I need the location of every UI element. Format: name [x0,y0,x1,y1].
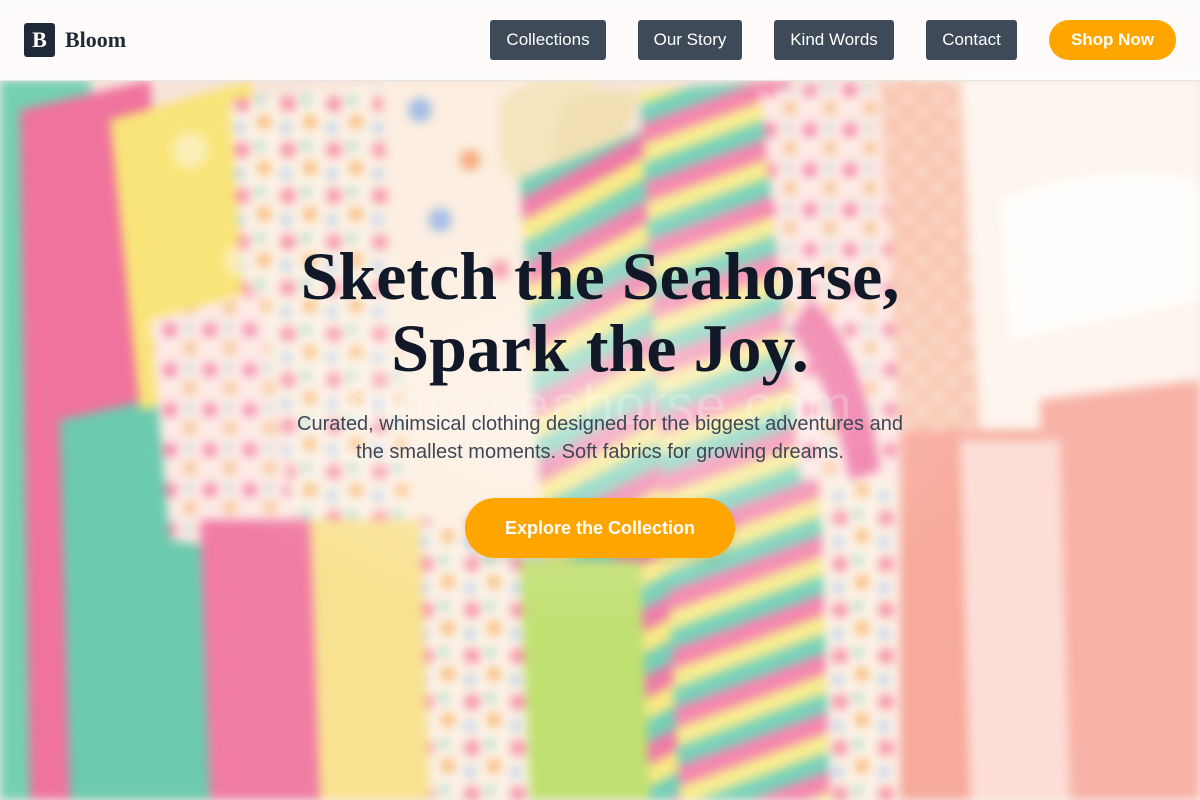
hero-title-line-2: Spark the Joy. [391,310,809,386]
brand-name: Bloom [65,27,127,52]
nav-our-story-button[interactable]: Our Story [638,20,742,60]
hero-title: Sketch the Seahorse, Spark the Joy. [200,240,1000,384]
hero-background-image [0,0,1200,800]
hero-title-line-1: Sketch the Seahorse, [300,238,900,314]
shop-now-button[interactable]: Shop Now [1049,20,1176,60]
brand-logo-link[interactable]: B Bloom [24,23,126,57]
logo-mark: B [24,23,55,57]
nav-contact-button[interactable]: Contact [926,20,1017,60]
hero-subtitle-line-1: Curated, whimsical clothing designed for… [297,413,903,435]
site-header: B Bloom Collections Our Story Kind Words… [0,0,1200,81]
nav-collections-button[interactable]: Collections [490,20,606,60]
nav-kind-words-button[interactable]: Kind Words [774,20,894,60]
hero-subtitle: Curated, whimsical clothing designed for… [260,410,940,466]
hero-overlay [0,0,1200,800]
explore-collection-button[interactable]: Explore the Collection [465,498,735,558]
hero-subtitle-line-2: the smallest moments. Soft fabrics for g… [356,441,844,463]
